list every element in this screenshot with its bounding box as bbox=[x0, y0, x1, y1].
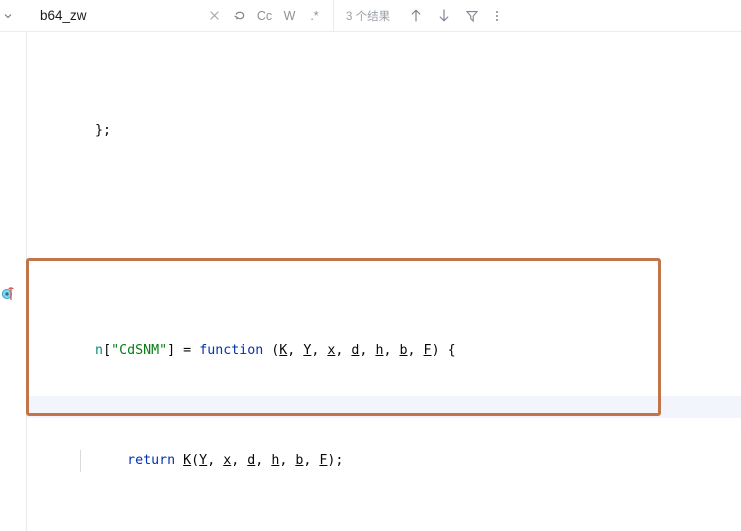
code-text: return K(Y, x, d, h, b, F); bbox=[127, 453, 344, 468]
code-editor[interactable]: }; n["CdSNM"] = function (K, Y, x, d, h,… bbox=[0, 32, 741, 531]
repeat-icon[interactable] bbox=[227, 4, 252, 28]
match-navigation-group bbox=[404, 4, 506, 28]
filter-icon[interactable] bbox=[460, 4, 484, 28]
code-text: n["CdSNM"] = function (K, Y, x, d, h, b,… bbox=[95, 343, 456, 358]
more-vertical-icon[interactable] bbox=[488, 4, 506, 28]
arrow-up-icon[interactable] bbox=[404, 4, 428, 28]
breakpoint-marker-icon[interactable] bbox=[1, 283, 16, 300]
code-line: return K(Y, x, d, h, b, F); bbox=[27, 450, 741, 472]
code-text: }; bbox=[95, 123, 112, 138]
code-content[interactable]: }; n["CdSNM"] = function (K, Y, x, d, h,… bbox=[27, 32, 741, 531]
match-case-button[interactable]: Cc bbox=[252, 4, 277, 28]
code-line: n["CdSNM"] = function (K, Y, x, d, h, b,… bbox=[27, 340, 741, 362]
search-input[interactable] bbox=[40, 8, 190, 23]
search-field-area[interactable]: Cc W .* bbox=[15, 0, 333, 31]
editor-gutter[interactable] bbox=[0, 32, 27, 531]
chevron-down-icon[interactable] bbox=[1, 0, 15, 31]
code-line: }; bbox=[27, 120, 741, 142]
toolbar-divider bbox=[333, 0, 334, 32]
find-toolbar: Cc W .* 3 个结果 bbox=[0, 0, 741, 32]
whole-words-button[interactable]: W bbox=[277, 4, 302, 28]
results-count-label: 3 个结果 bbox=[346, 10, 391, 23]
close-icon[interactable] bbox=[202, 4, 227, 28]
regex-button[interactable]: .* bbox=[302, 4, 327, 28]
ide-find-in-file-window: Cc W .* 3 个结果 bbox=[0, 0, 741, 531]
search-options-group: Cc W .* bbox=[202, 4, 333, 28]
arrow-down-icon[interactable] bbox=[432, 4, 456, 28]
